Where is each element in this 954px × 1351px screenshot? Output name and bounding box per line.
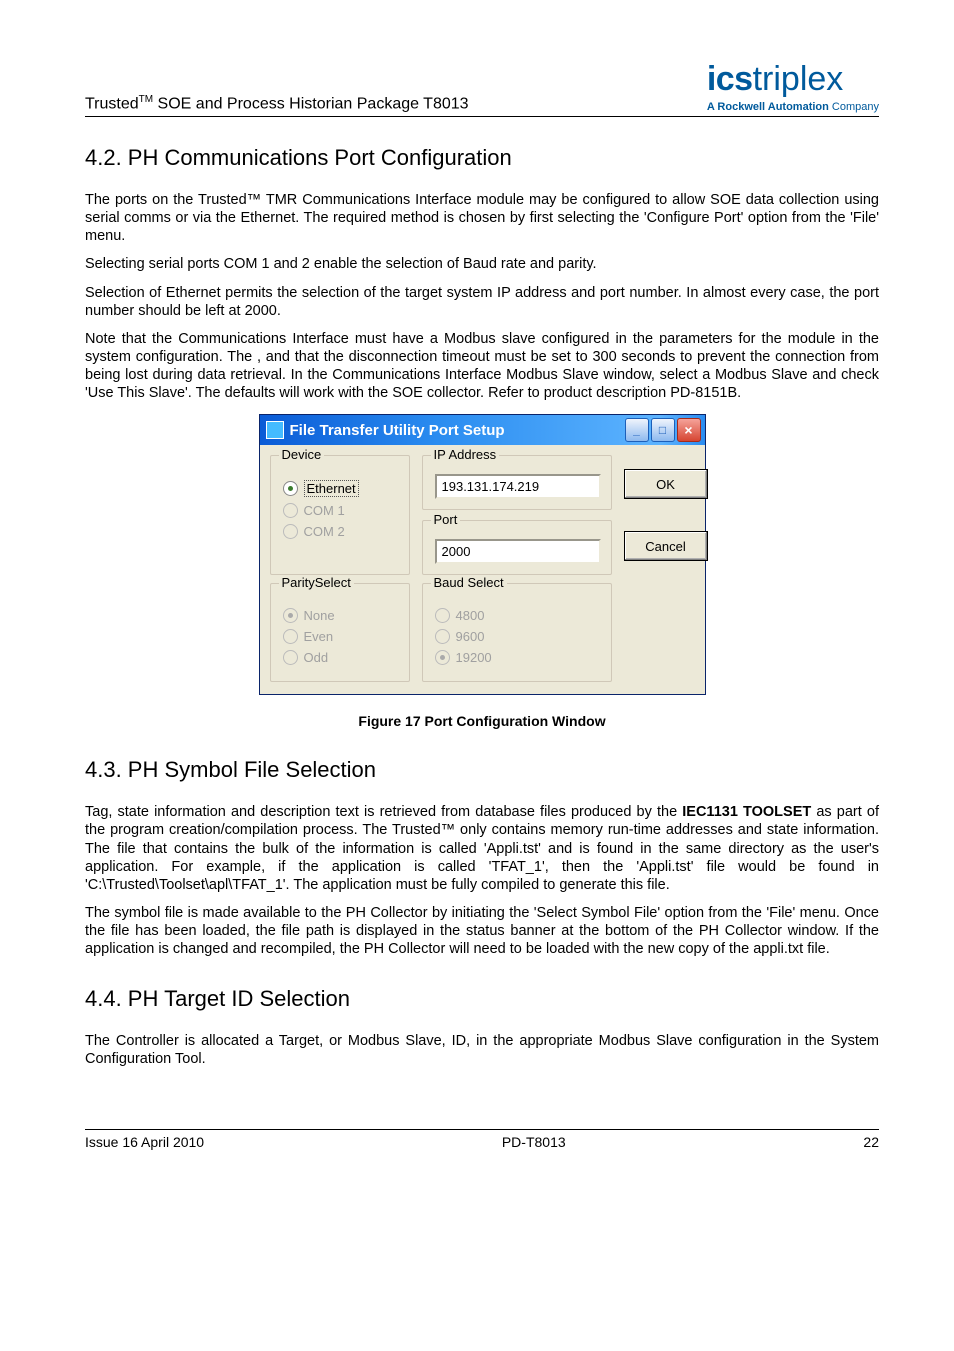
radio-icon (283, 481, 298, 496)
dialog-title: File Transfer Utility Port Setup (290, 422, 625, 439)
port-group: Port (422, 520, 612, 575)
port-input[interactable] (435, 539, 601, 564)
radio-icon (283, 650, 298, 665)
footer-left: Issue 16 April 2010 (85, 1134, 204, 1150)
device-group: Device Ethernet COM 1 COM 2 (270, 455, 410, 575)
page-header: TrustedTM SOE and Process Historian Pack… (85, 60, 879, 117)
radio-baud-19200: 19200 (435, 650, 601, 665)
para-4-2-3: Selection of Ethernet permits the select… (85, 284, 879, 320)
radio-parity-odd: Odd (283, 650, 399, 665)
para-4-2-2: Selecting serial ports COM 1 and 2 enabl… (85, 255, 879, 273)
logo-tagline: A Rockwell Automation Company (707, 101, 879, 113)
radio-icon (435, 608, 450, 623)
para-4-4-1: The Controller is allocated a Target, or… (85, 1032, 879, 1068)
footer-right: 22 (863, 1134, 879, 1150)
para-4-2-1: The ports on the Trusted™ TMR Communicat… (85, 191, 879, 245)
logo-text-1: ics (707, 60, 753, 98)
app-icon (266, 421, 284, 439)
radio-parity-none: None (283, 608, 399, 623)
figure-17-caption: Figure 17 Port Configuration Window (358, 713, 605, 729)
footer-center: PD-T8013 (502, 1134, 566, 1150)
radio-parity-even: Even (283, 629, 399, 644)
port-setup-dialog: File Transfer Utility Port Setup _ □ × D… (259, 414, 706, 695)
logo: icstriplex A Rockwell Automation Company (707, 60, 879, 113)
heading-4-3: 4.3. PH Symbol File Selection (85, 757, 879, 783)
ok-button[interactable]: OK (624, 469, 708, 499)
para-4-2-4: Note that the Communications Interface m… (85, 330, 879, 403)
port-legend: Port (431, 512, 461, 527)
radio-icon (435, 629, 450, 644)
header-title: TrustedTM SOE and Process Historian Pack… (85, 94, 469, 113)
radio-com2[interactable]: COM 2 (283, 524, 399, 539)
parity-group: ParitySelect None Even Odd (270, 583, 410, 682)
page-footer: Issue 16 April 2010 PD-T8013 22 (85, 1129, 879, 1150)
minimize-button[interactable]: _ (625, 418, 649, 442)
heading-4-4: 4.4. PH Target ID Selection (85, 986, 879, 1012)
parity-legend: ParitySelect (279, 575, 354, 590)
cancel-button[interactable]: Cancel (624, 531, 708, 561)
radio-icon (283, 524, 298, 539)
radio-ethernet[interactable]: Ethernet (283, 480, 399, 497)
logo-text-2: triplex (753, 60, 844, 98)
para-4-3-2: The symbol file is made available to the… (85, 904, 879, 958)
dialog-titlebar[interactable]: File Transfer Utility Port Setup _ □ × (260, 415, 705, 445)
close-button[interactable]: × (677, 418, 701, 442)
radio-icon (283, 629, 298, 644)
heading-4-2: 4.2. PH Communications Port Configuratio… (85, 145, 879, 171)
ip-group: IP Address (422, 455, 612, 510)
radio-baud-9600: 9600 (435, 629, 601, 644)
maximize-button[interactable]: □ (651, 418, 675, 442)
radio-com1[interactable]: COM 1 (283, 503, 399, 518)
radio-baud-4800: 4800 (435, 608, 601, 623)
baud-legend: Baud Select (431, 575, 507, 590)
ip-input[interactable] (435, 474, 601, 499)
radio-icon (283, 608, 298, 623)
device-legend: Device (279, 447, 325, 462)
radio-icon (283, 503, 298, 518)
baud-group: Baud Select 4800 9600 19200 (422, 583, 612, 682)
radio-icon (435, 650, 450, 665)
para-4-3-1: Tag, state information and description t… (85, 803, 879, 894)
ip-legend: IP Address (431, 447, 500, 462)
